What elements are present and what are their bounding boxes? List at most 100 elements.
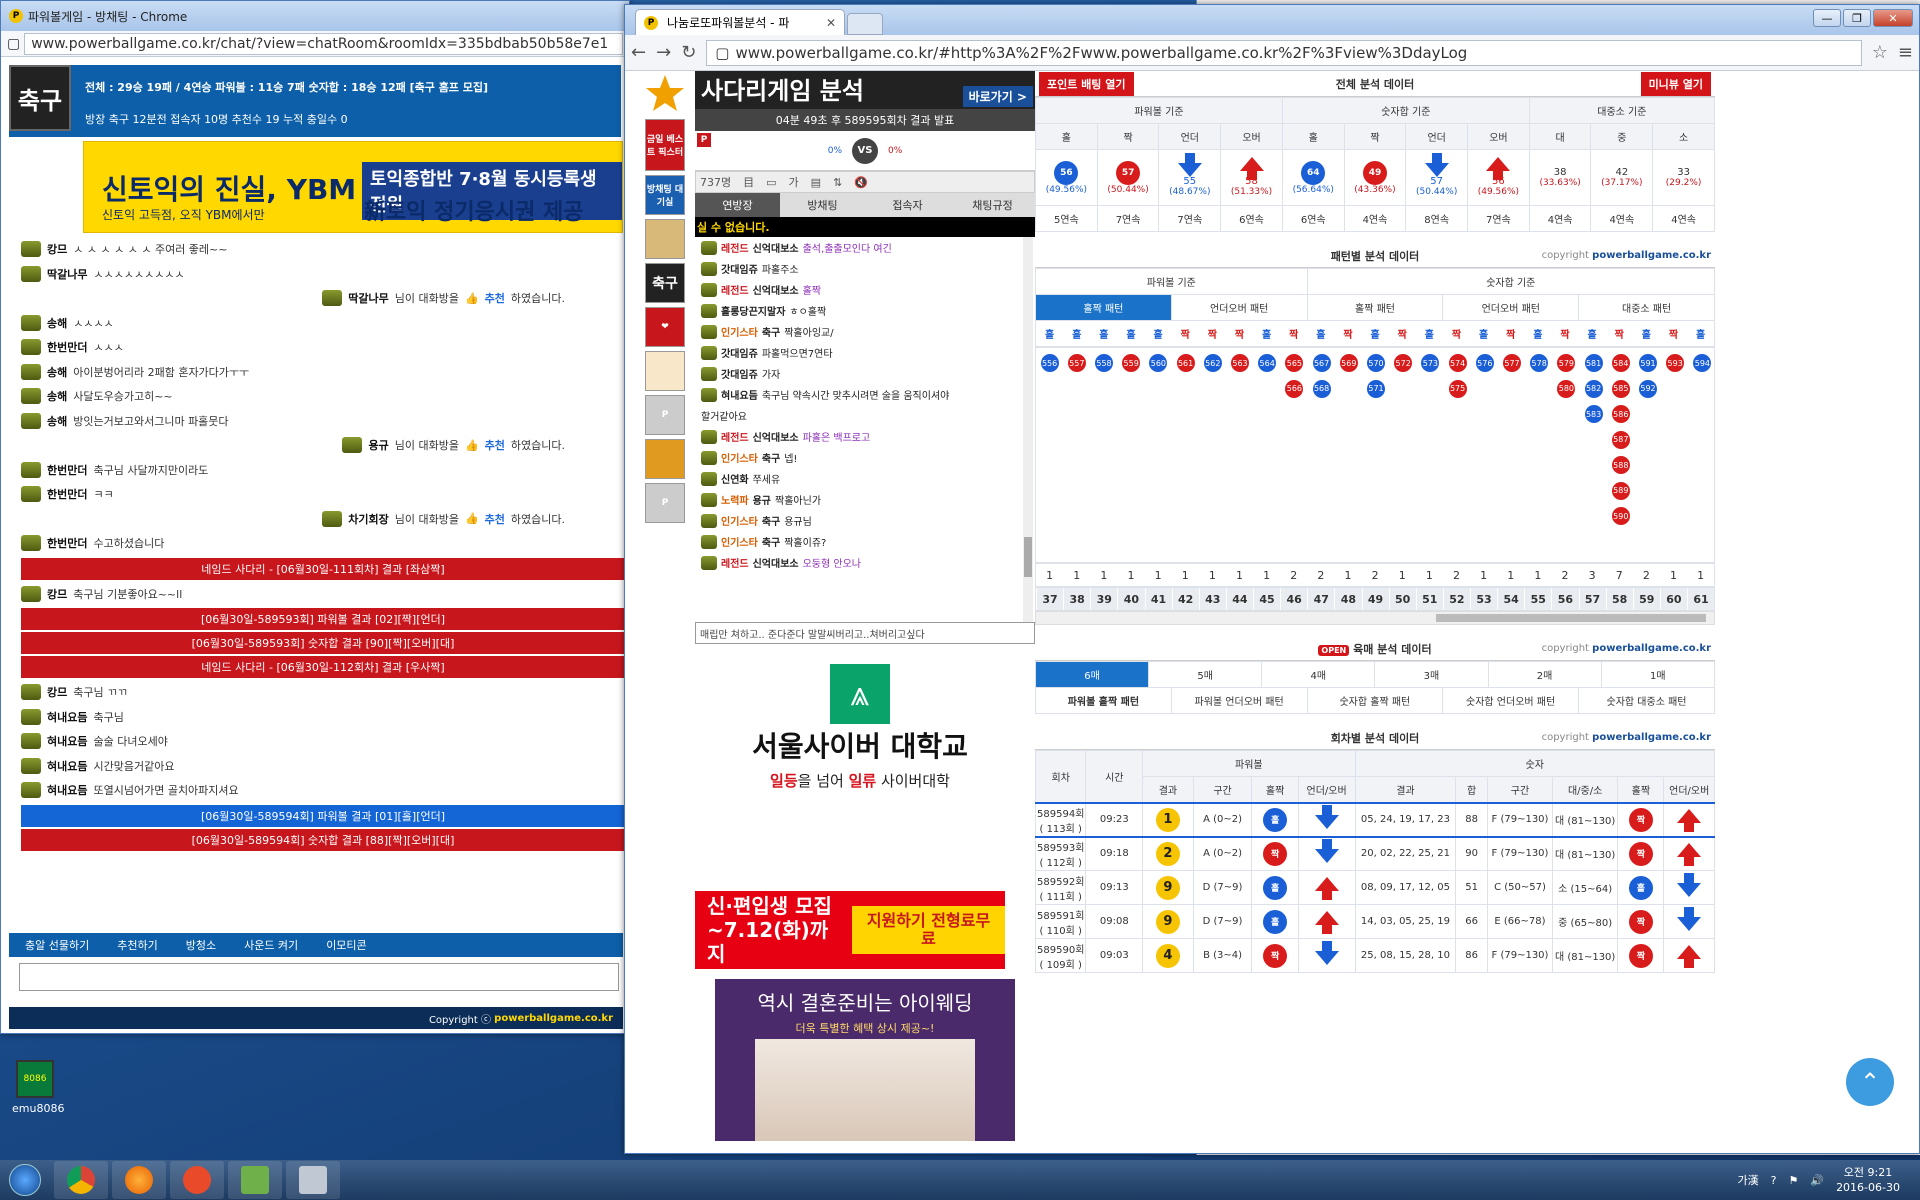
flag-icon[interactable]: ⚑ [1788,1174,1798,1187]
room-thumb-girl[interactable] [645,351,685,391]
room-thumb-p[interactable]: P [645,395,685,435]
room-thumb-heart[interactable]: ❤ [645,307,685,347]
point-betting-button[interactable]: 포인트 배팅 열기 [1039,71,1134,96]
chat-tab[interactable]: 방채팅 [780,193,865,217]
round-row[interactable]: 589590회 ( 109회 ) 09:03 4 B (3~4) 짝 25, 08, 15,… [1034,938,1715,973]
mute-icon[interactable]: 🔇 [854,176,868,189]
forward-icon[interactable]: → [656,42,671,63]
scroll-top-button[interactable]: ⌃ [1846,1058,1894,1106]
chat-log[interactable]: 캉므 ㅅ ㅅ ㅅ ㅅ ㅅ ㅅ 주여러 좋레~~ 딱갈나무 ㅅㅅㅅㅅㅅㅅㅅㅅㅅ 딱갈나무 님… [21,237,625,927]
chat-nickname[interactable]: 캉므 [47,684,67,700]
recruit-ad[interactable]: 신·편입생 모집 ~7.12(화)까지 지원하기 전형료무료 [695,891,1005,969]
six-subtab[interactable]: 숫자합 홀짝 패턴 [1306,687,1444,714]
chat-nickname[interactable]: 한번만더 [47,535,87,551]
desktop-icon-emu8086[interactable]: 8086 emu8086 [12,1060,64,1115]
url-text[interactable]: www.powerballgame.co.kr/chat/?view=chatR… [24,32,623,55]
chat-nickname[interactable]: 캉므 [47,241,67,257]
six-subtab[interactable]: 파워볼 언더오버 패턴 [1170,687,1308,714]
pattern-tab[interactable]: 홀짝 패턴 [1306,294,1444,321]
chat-nickname[interactable]: 신연화 [721,471,749,486]
chat-nickname[interactable]: 신억대보소 [753,282,799,297]
room-thumb-p2[interactable]: P [645,483,685,523]
chat-nickname[interactable]: 혀내요듬 [721,387,758,402]
miniview-button[interactable]: 미니뷰 열기 [1640,71,1711,96]
chat-nickname[interactable]: 홀롱당끈지말자 [721,303,785,318]
restore-icon[interactable]: ❐ [1843,9,1871,27]
apply-button[interactable]: 지원하기 전형료무료 [852,906,1005,954]
chat-log[interactable]: 레전드 신억대보소 출석,출출모인다 여긴 갓대임쥬 파홀주소 레전드 신억대보소 홀짝 홀롱당… [695,237,1035,622]
chat-input[interactable] [19,963,619,991]
chat-nickname[interactable]: 한번만더 [47,339,87,355]
chat-nickname[interactable]: 신억대보소 [753,429,799,444]
chat-nickname[interactable]: 축구 [762,534,780,549]
scroll-thumb[interactable] [1436,614,1706,622]
chat-nickname[interactable]: 신억대보소 [753,240,799,255]
chat-nickname[interactable]: 신억대보소 [753,555,799,570]
close-tab-icon[interactable]: ✕ [826,16,836,30]
recommend-link[interactable]: 추천 [485,437,505,453]
clock[interactable]: 오전 9:21 2016-06-30 [1836,1165,1900,1195]
round-row[interactable]: 589591회 ( 110회 ) 09:08 9 D (7~9) 홀 14, 03, 05,… [1034,904,1715,939]
taskbar-app[interactable] [170,1161,224,1199]
chat-nickname[interactable]: 송해 [47,364,67,380]
six-tab[interactable]: 2매 [1487,661,1602,688]
ladder-go-button[interactable]: 바로가기 > [962,86,1033,107]
reload-icon[interactable]: ↻ [681,42,696,63]
start-button[interactable] [0,1160,50,1200]
horizontal-scrollbar[interactable] [1035,611,1715,625]
six-tab[interactable]: 3매 [1374,661,1489,688]
sort-icon[interactable]: ⇅ [833,176,842,189]
ime-indicator[interactable]: 가漢 [1738,1172,1759,1188]
six-tab[interactable]: 5매 [1148,661,1263,688]
recommend-link[interactable]: 추천 [485,290,505,306]
chat-tab[interactable]: 접속자 [865,193,950,217]
chat-nickname[interactable]: 갓대임쥬 [721,261,758,276]
toolbar-item[interactable]: 방청소 [186,937,216,953]
chat-nickname[interactable]: 송해 [47,315,67,331]
chat-nickname[interactable]: 딱갈나무 [47,266,87,282]
wedding-ad[interactable]: 역시 결혼준비는 아이웨딩 더욱 특별한 혜택 상시 제공~! [715,979,1015,1141]
taskbar-explorer[interactable] [228,1161,282,1199]
six-tab[interactable]: 1매 [1600,661,1716,688]
room-thumb-1[interactable] [645,219,685,259]
window-titlebar[interactable]: P 파워볼게임 - 방채팅 - Chrome [1,1,629,31]
bookmark-star-icon[interactable]: ☆ [1872,42,1888,63]
chat-nickname[interactable]: 축구 [762,513,780,528]
pattern-tab[interactable]: 언더오버 패턴 [1170,294,1308,321]
back-icon[interactable]: ← [631,42,646,63]
chat-nickname[interactable]: 송해 [47,388,67,404]
chat-tab[interactable]: 채팅규정 [950,193,1035,217]
ybm-ad-banner[interactable]: 신토익의 진실, YBM 신토익 고득점, 오직 YBM에서만 토익종합반 7·… [83,141,623,233]
cyber-univ-ad[interactable]: ⩓ 서울사이버 대학교 일등을 넘어 일류 사이버대학 [695,646,1025,886]
chat-nickname[interactable]: 혀내요듬 [47,758,87,774]
ladder-banner[interactable]: 사다리게임 분석 바로가기 > [695,71,1035,109]
font-icon[interactable]: 가 [789,174,799,190]
recommend-link[interactable]: 추천 [485,511,505,527]
six-subtab[interactable]: 숫자합 대중소 패턴 [1578,687,1715,714]
taskbar-calculator[interactable] [286,1161,340,1199]
six-subtab[interactable]: 파워볼 홀짝 패턴 [1035,687,1172,714]
pattern-tab[interactable]: 대중소 패턴 [1578,294,1715,321]
menu-icon[interactable]: ≡ [1898,42,1913,63]
scroll-thumb[interactable] [1024,537,1032,577]
chat-nickname[interactable]: 딱갈나무 [348,290,388,306]
pattern-tab[interactable]: 언더오버 패턴 [1442,294,1580,321]
chat-nickname[interactable]: 갓대임쥬 [721,366,758,381]
help-icon[interactable]: ? [1771,1174,1777,1187]
tool-icon[interactable]: ▤ [811,176,821,189]
round-row[interactable]: 589593회 ( 112회 ) 09:18 2 A (0~2) 짝 20, 02, 22,… [1034,836,1715,871]
toolbar-item[interactable]: 이모티콘 [326,937,366,953]
taskbar-firefox[interactable] [112,1161,166,1199]
chat-nickname[interactable]: 차기회장 [348,511,388,527]
address-bar[interactable]: ▢ www.powerballgame.co.kr/chat/?view=chat… [1,31,629,57]
six-tab[interactable]: 6매 [1034,661,1150,688]
chat-nickname[interactable]: 캉므 [47,586,67,602]
chat-nickname[interactable]: 혀내요듬 [47,709,87,725]
chat-nickname[interactable]: 축구 [762,450,780,465]
pattern-tab[interactable]: 홀짝 패턴 [1035,294,1172,321]
room-thumb-soccer[interactable]: 축구 [645,263,685,303]
volume-icon[interactable]: 🔊 [1810,1174,1824,1187]
address-bar[interactable]: ▢ www.powerballgame.co.kr/#http%3A%2F%2Fw… [706,39,1862,66]
six-tab[interactable]: 4매 [1261,661,1376,688]
new-tab-button[interactable] [847,13,883,35]
